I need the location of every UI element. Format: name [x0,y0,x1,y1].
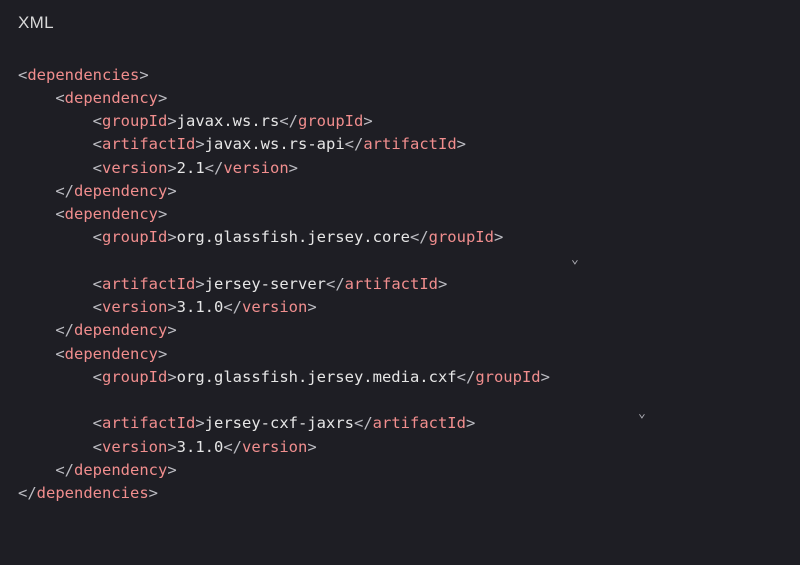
tag-version-open: version [102,438,167,456]
artifactid-value: jersey-cxf-jaxrs [205,414,354,432]
tag-dependency-close: dependency [74,182,167,200]
version-value: 3.1.0 [177,438,224,456]
tag-dependency-open: dependency [65,205,158,223]
tag-artifactid-open: artifactId [102,414,195,432]
tag-groupid-open: groupId [102,368,167,386]
tag-artifactid-open: artifactId [102,275,195,293]
version-value: 2.1 [177,159,205,177]
artifactid-value: javax.ws.rs-api [205,135,345,153]
chevron-down-icon[interactable]: ⌄ [571,250,579,270]
tag-version-close: version [242,298,307,316]
tag-artifactid-close: artifactId [373,414,466,432]
tag-dependency-open: dependency [65,345,158,363]
version-value: 3.1.0 [177,298,224,316]
tag-version-open: version [102,159,167,177]
tag-dependency-close: dependency [74,321,167,339]
artifactid-value: jersey-server [205,275,326,293]
groupid-value: javax.ws.rs [177,112,280,130]
tag-groupid-open: groupId [102,228,167,246]
tag-dependencies-open: dependencies [27,66,139,84]
tag-dependency-close: dependency [74,461,167,479]
tag-artifactid-close: artifactId [345,275,438,293]
tag-version-close: version [223,159,288,177]
tag-version-open: version [102,298,167,316]
tag-groupid-open: groupId [102,112,167,130]
language-label: XML [0,0,800,36]
tag-version-close: version [242,438,307,456]
groupid-value: org.glassfish.jersey.core [177,228,410,246]
code-block: <dependencies> <dependency> <groupId>jav… [0,36,800,524]
tag-dependencies-close: dependencies [37,484,149,502]
chevron-down-icon[interactable]: ⌄ [638,404,646,424]
tag-dependency-open: dependency [65,89,158,107]
tag-artifactid-open: artifactId [102,135,195,153]
tag-artifactid-close: artifactId [363,135,456,153]
groupid-value: org.glassfish.jersey.media.cxf [177,368,457,386]
tag-groupid-close: groupId [429,228,494,246]
tag-groupid-close: groupId [475,368,540,386]
tag-groupid-close: groupId [298,112,363,130]
